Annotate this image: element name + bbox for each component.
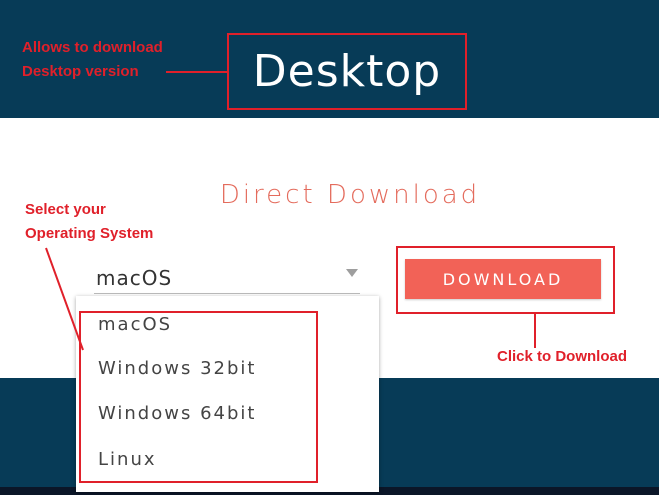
annotation-os-note: Select your Operating System	[25, 201, 154, 242]
annotation-desktop-note: Allows to download Desktop version	[22, 39, 163, 80]
section-title: Direct Download	[219, 180, 481, 210]
annotation-box-options	[79, 311, 318, 483]
annotation-download-note: Click to Download	[497, 348, 628, 365]
chevron-down-icon[interactable]	[346, 269, 358, 277]
os-select-value: macOS	[96, 266, 173, 290]
os-select[interactable]: macOS	[94, 264, 360, 294]
annotation-connector-title	[166, 71, 228, 73]
annotation-connector-download	[534, 314, 536, 348]
annotation-box-title	[227, 33, 467, 110]
annotation-box-download	[396, 246, 615, 314]
